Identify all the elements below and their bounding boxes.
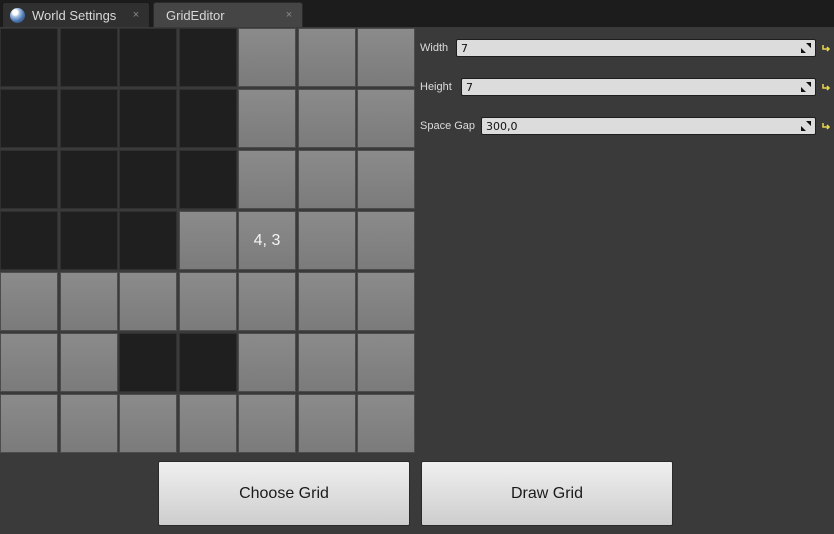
grid-cell[interactable] bbox=[0, 89, 58, 148]
grid-cell[interactable] bbox=[179, 333, 237, 392]
grid-cell[interactable] bbox=[357, 333, 415, 392]
tab-label: GridEditor bbox=[166, 7, 225, 23]
width-label: Width bbox=[420, 42, 449, 54]
grid-cell[interactable] bbox=[238, 333, 296, 392]
expand-arrows-icon[interactable] bbox=[800, 81, 812, 93]
tab-label: World Settings bbox=[32, 7, 117, 23]
grid-cell[interactable] bbox=[119, 28, 177, 87]
grid-cell[interactable] bbox=[0, 211, 58, 270]
close-icon[interactable]: × bbox=[282, 9, 296, 21]
width-property-row: Width bbox=[420, 39, 448, 57]
globe-icon bbox=[10, 7, 25, 23]
grid-cell[interactable] bbox=[357, 28, 415, 87]
reset-arrow-icon[interactable] bbox=[821, 43, 831, 53]
grid-cell[interactable] bbox=[0, 28, 58, 87]
height-value: 7 bbox=[466, 81, 473, 94]
grid-cell[interactable] bbox=[60, 89, 118, 148]
expand-arrows-icon[interactable] bbox=[800, 120, 812, 132]
grid-cell[interactable] bbox=[238, 89, 296, 148]
grid-cell[interactable] bbox=[0, 272, 58, 331]
grid-cell[interactable] bbox=[0, 394, 58, 453]
grid-cell[interactable] bbox=[119, 211, 177, 270]
grid-cell[interactable] bbox=[119, 272, 177, 331]
space-gap-value: 300,0 bbox=[486, 120, 518, 133]
grid-cell[interactable] bbox=[179, 28, 237, 87]
draw-grid-button[interactable]: Draw Grid bbox=[421, 461, 673, 526]
height-field[interactable]: 7 bbox=[461, 78, 816, 96]
tab-world-settings[interactable]: World Settings × bbox=[2, 2, 150, 27]
height-property-row: Height bbox=[420, 78, 452, 96]
tab-grid-editor[interactable]: GridEditor × bbox=[153, 2, 303, 27]
grid-cell[interactable] bbox=[119, 89, 177, 148]
grid-cell[interactable] bbox=[298, 89, 356, 148]
grid-cell[interactable]: 4, 3 bbox=[238, 211, 296, 270]
close-icon[interactable]: × bbox=[129, 9, 143, 21]
grid-cell[interactable] bbox=[298, 150, 356, 209]
height-label: Height bbox=[420, 81, 452, 93]
grid-cell[interactable] bbox=[298, 272, 356, 331]
expand-arrows-icon[interactable] bbox=[800, 42, 812, 54]
grid-cell[interactable] bbox=[60, 394, 118, 453]
grid-cell[interactable] bbox=[60, 150, 118, 209]
reset-arrow-icon[interactable] bbox=[821, 82, 831, 92]
tab-bar: World Settings × GridEditor × bbox=[0, 0, 834, 27]
grid-cell[interactable] bbox=[179, 150, 237, 209]
width-value: 7 bbox=[461, 42, 468, 55]
space-gap-field[interactable]: 300,0 bbox=[481, 117, 816, 135]
grid-cell[interactable] bbox=[119, 333, 177, 392]
grid-cell[interactable] bbox=[357, 394, 415, 453]
choose-grid-button[interactable]: Choose Grid bbox=[158, 461, 410, 526]
grid-cell[interactable] bbox=[357, 150, 415, 209]
grid-cell[interactable] bbox=[60, 272, 118, 331]
grid-cell[interactable] bbox=[357, 211, 415, 270]
grid-cell[interactable] bbox=[119, 150, 177, 209]
grid-cell[interactable] bbox=[60, 333, 118, 392]
grid-cell[interactable] bbox=[238, 272, 296, 331]
space-gap-label: Space Gap bbox=[420, 120, 476, 132]
grid-cell[interactable] bbox=[238, 150, 296, 209]
grid-cell[interactable] bbox=[298, 394, 356, 453]
grid-cell[interactable] bbox=[119, 394, 177, 453]
grid-cell[interactable] bbox=[179, 211, 237, 270]
grid-cell[interactable] bbox=[298, 333, 356, 392]
grid-cell[interactable] bbox=[357, 89, 415, 148]
grid-cell[interactable] bbox=[179, 394, 237, 453]
grid-cell[interactable] bbox=[298, 28, 356, 87]
cell-coordinate-label: 4, 3 bbox=[253, 231, 281, 249]
grid-cell[interactable] bbox=[0, 333, 58, 392]
reset-arrow-icon[interactable] bbox=[821, 121, 831, 131]
grid-cell[interactable] bbox=[179, 89, 237, 148]
grid-cell[interactable] bbox=[298, 211, 356, 270]
grid-cell[interactable] bbox=[179, 272, 237, 331]
grid-cell[interactable] bbox=[238, 28, 296, 87]
space-gap-property-row: Space Gap bbox=[420, 117, 475, 135]
grid-cell[interactable] bbox=[0, 150, 58, 209]
grid-cell[interactable] bbox=[60, 28, 118, 87]
width-field[interactable]: 7 bbox=[456, 39, 816, 57]
grid-canvas: 4, 3 bbox=[0, 28, 416, 456]
grid-cell[interactable] bbox=[60, 211, 118, 270]
grid-cell[interactable] bbox=[238, 394, 296, 453]
grid-cell[interactable] bbox=[357, 272, 415, 331]
